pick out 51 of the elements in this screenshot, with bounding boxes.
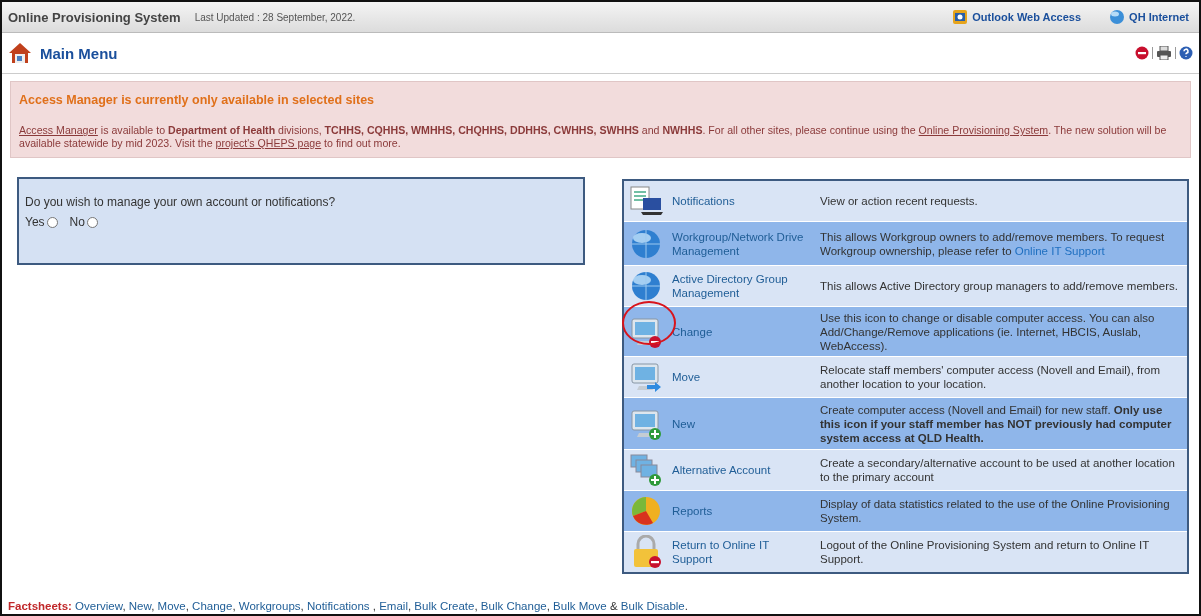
pie-chart-icon[interactable] [629, 494, 663, 528]
monitor-arrow-icon[interactable] [629, 360, 663, 394]
menu-description: Use this icon to change or disable computer access. You can also Add/Change/Remove applications (ie. Internet, HBCIS, Auslab, WebAccess). [820, 311, 1155, 352]
menu-link[interactable]: Change [672, 324, 812, 339]
option-label: No [69, 215, 85, 229]
menu-link[interactable]: Active Directory Group Management [672, 272, 812, 300]
option-label: Yes [25, 215, 45, 229]
last-updated-text: Last Updated : 28 September, 2022. [194, 11, 357, 23]
notification-list-icon[interactable] [629, 184, 663, 218]
banner-title: Access Manager is currently only available in selected sites [19, 93, 376, 107]
menu-link[interactable]: Notifications [672, 194, 812, 208]
text-link[interactable]: Access Manager [19, 124, 98, 136]
menu-description: This allows Active Directory group managers to add/remove members. [820, 280, 1178, 292]
text-link[interactable]: project's QHEPS page [215, 137, 322, 149]
menu-link[interactable]: Workgroup/Network Drive Management [672, 229, 812, 258]
radio-button[interactable] [86, 216, 98, 228]
help-icon[interactable] [1179, 46, 1193, 60]
menu-link[interactable]: Move [672, 370, 812, 384]
menu-description: Create computer access (Novell and Email) for new staff. Only use this icon if your staff member has NOT previously had computer system access at QLD Health. [820, 403, 1172, 444]
radio-button[interactable] [46, 216, 58, 228]
menu-link[interactable]: Reports [672, 504, 812, 518]
menu-description: Relocate staff members' computer access (Novell and Email), from another location to your location. [820, 364, 1161, 390]
menu-description: Logout of the Online Provisioning System and return to Online IT Support. [820, 539, 1149, 565]
page-title: Main Menu [40, 44, 119, 62]
factsheet-link[interactable]: Bulk Move [553, 600, 607, 612]
factsheet-link[interactable]: Workgroups [238, 600, 301, 612]
stop-icon[interactable] [1135, 46, 1149, 60]
factsheet-link[interactable]: Notifications [306, 600, 370, 612]
globe-icon [1109, 9, 1126, 25]
menu-link[interactable]: Return to Online IT Support [672, 538, 812, 566]
monitors-add-icon[interactable] [629, 453, 663, 487]
factsheet-link[interactable]: Bulk Change [480, 600, 547, 612]
menu-description: Create a secondary/alternative account to be used at another location to the primary account [820, 457, 1175, 483]
printer-icon[interactable] [1156, 46, 1172, 60]
factsheets-line: Factsheets: Overview, New, Move, Change, Workgroups, Notifications , Email, Bulk Create, Bulk Change, Bulk Move & Bulk Disable. [8, 600, 688, 612]
globe-icon[interactable] [629, 269, 663, 303]
menu-link[interactable]: New [672, 416, 812, 431]
menu-description: This allows Workgroup owners to add/remove members. To request Workgroup ownership, please refer to Online IT Support [820, 230, 1165, 257]
header-link[interactable]: Outlook Web Access [952, 9, 1082, 25]
house-icon [8, 42, 32, 64]
menu-link[interactable]: Alternative Account [672, 463, 812, 477]
menu-description: Display of data statistics related to the use of the Online Provisioning System. [820, 498, 1170, 524]
banner-paragraph: Access Manager is available to Department of Health divisions, TCHHS, CQHHS, WMHHS, CHQHHS, DDHHS, CWHHS, SWHHS and NWHHS. For all other sites, please continue using the Online Provisioning System. The new solution will be available statewide by mid 2023. Visit the project's QHEPS page to find out more. [19, 124, 1168, 150]
factsheet-link[interactable]: Email [379, 600, 408, 612]
header-link[interactable]: QH Internet [1109, 9, 1189, 25]
menu-description: View or action recent requests. [820, 195, 978, 207]
mail-icon [952, 9, 969, 25]
question-text: Do you wish to manage your own account or notifications? [25, 195, 337, 209]
factsheet-link[interactable]: Bulk Disable [620, 600, 685, 612]
factsheet-link[interactable]: Move [157, 600, 186, 612]
app-title: Online Provisioning System [8, 9, 181, 25]
